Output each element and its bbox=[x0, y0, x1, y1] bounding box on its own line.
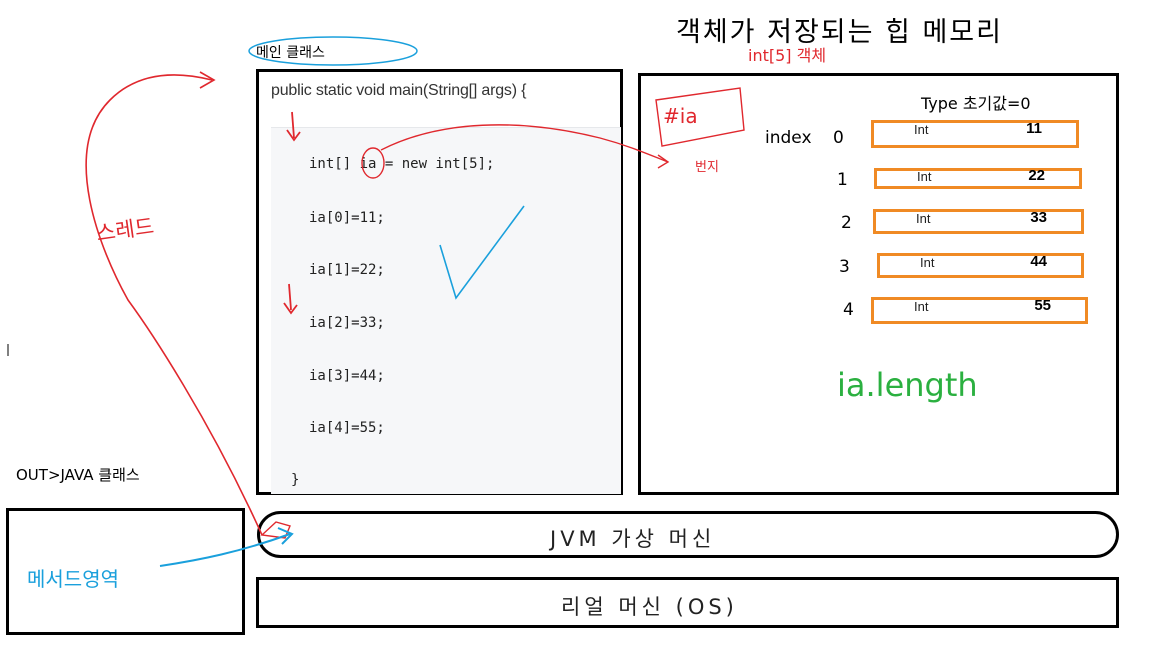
reference-arrowhead bbox=[657, 154, 670, 169]
reference-arrow bbox=[380, 124, 669, 163]
check-icon bbox=[439, 205, 525, 300]
down-arrow-icon bbox=[286, 111, 301, 142]
down-arrow-icon bbox=[283, 283, 298, 315]
annotation-layer bbox=[7, 36, 745, 567]
main-class-circle bbox=[248, 36, 418, 66]
method-area-arrow bbox=[159, 533, 291, 567]
ref-box bbox=[655, 87, 745, 147]
ia-circle bbox=[361, 147, 385, 179]
thread-arrow bbox=[85, 74, 263, 536]
